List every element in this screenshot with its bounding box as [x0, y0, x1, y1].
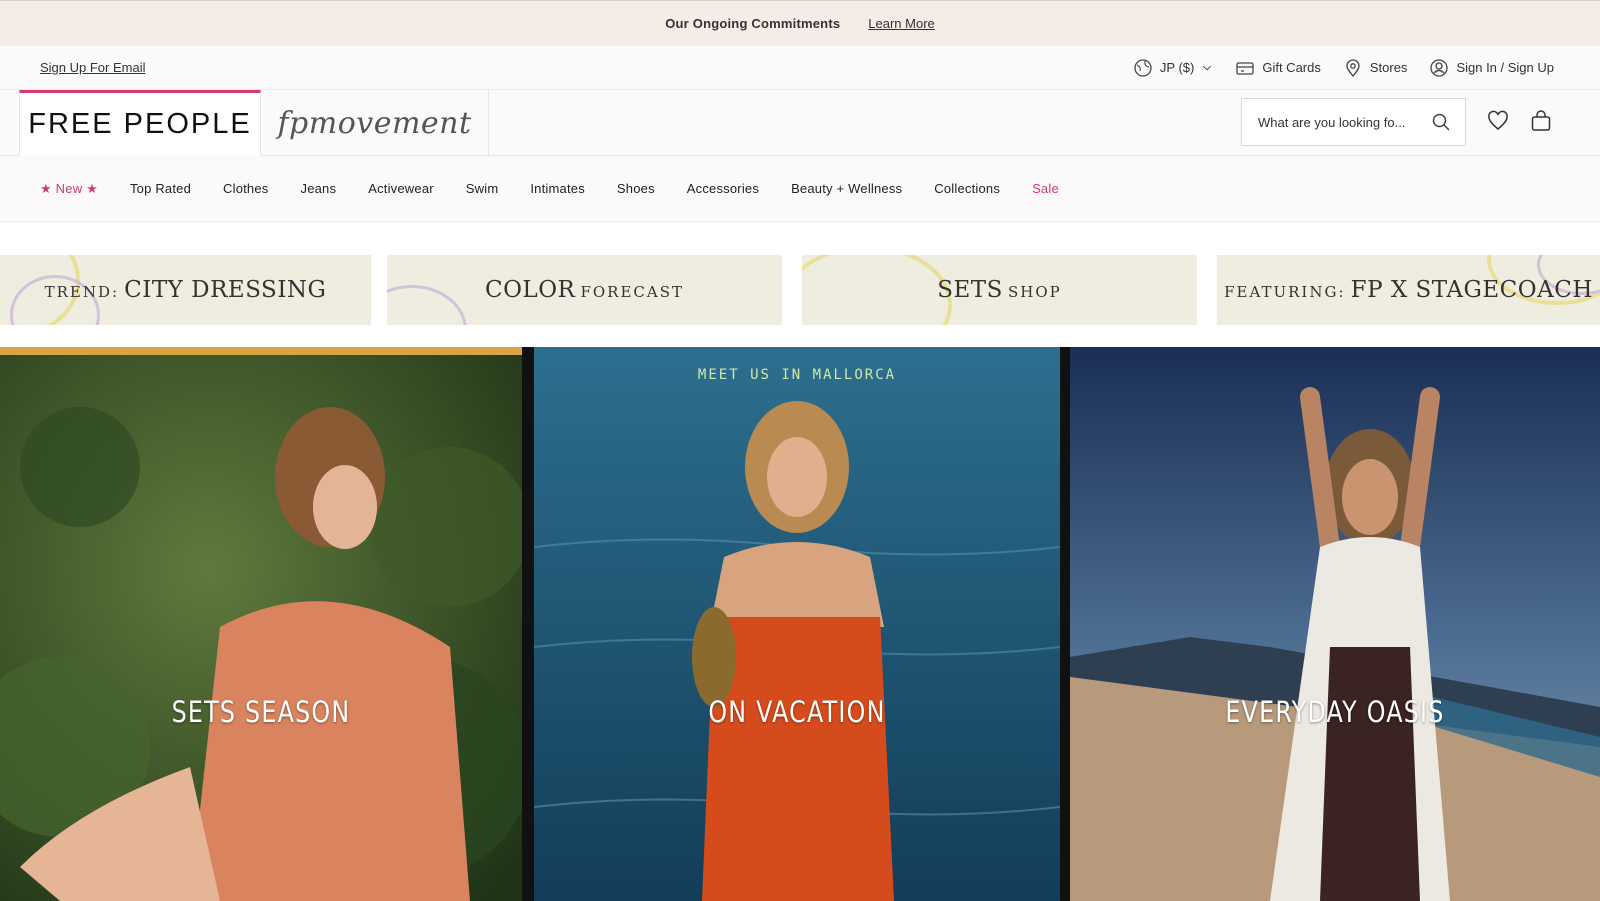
nav-item-collections[interactable]: Collections — [934, 181, 1000, 196]
nav-item-swim[interactable]: Swim — [466, 181, 499, 196]
stores-link[interactable]: Stores — [1343, 58, 1408, 78]
learn-more-link[interactable]: Learn More — [868, 16, 934, 31]
gift-cards-label: Gift Cards — [1262, 60, 1321, 75]
cart-button[interactable] — [1528, 108, 1554, 134]
nav-item-new[interactable]: ★ New ★ — [40, 181, 98, 197]
decorative-swirl — [802, 255, 952, 325]
promo-tile-sets-shop[interactable]: SETS SHOP — [802, 255, 1197, 325]
chevron-down-icon — [1203, 65, 1212, 70]
promo-tile-city-dressing[interactable]: TREND: CITY DRESSING — [0, 255, 371, 325]
fp-movement-brand-tab[interactable]: fpmovement — [261, 90, 489, 156]
gift-card-icon — [1236, 61, 1254, 75]
free-people-brand-tab[interactable]: FREE PEOPLE — [19, 90, 261, 156]
hero-caption: SETS SEASON — [171, 695, 351, 729]
nav-item-clothes[interactable]: Clothes — [223, 181, 268, 196]
wishlist-button[interactable] — [1485, 108, 1511, 134]
decorative-swirl — [387, 285, 467, 325]
hero-image-garden — [0, 347, 522, 901]
promo-tile-stagecoach[interactable]: FEATURING: FP X STAGECOACH — [1217, 255, 1600, 325]
nav-item-accessories[interactable]: Accessories — [687, 181, 759, 196]
nav-item-shoes[interactable]: Shoes — [617, 181, 655, 196]
hero-image-beach — [1070, 347, 1600, 901]
hero-caption: EVERYDAY OASIS — [1225, 695, 1445, 729]
account-link[interactable]: Sign In / Sign Up — [1429, 58, 1554, 78]
user-icon — [1430, 58, 1449, 77]
main-nav: ★ New ★ Top Rated Clothes Jeans Activewe… — [0, 156, 1600, 222]
logo-bar: FREE PEOPLE fpmovement — [0, 90, 1600, 156]
promo-tile-color-forecast[interactable]: COLOR FORECAST — [387, 255, 782, 325]
gift-cards-link[interactable]: Gift Cards — [1235, 58, 1321, 78]
nav-item-intimates[interactable]: Intimates — [530, 181, 585, 196]
nav-item-sale[interactable]: Sale — [1032, 181, 1059, 196]
nav-item-jeans[interactable]: Jeans — [301, 181, 337, 196]
search-input[interactable] — [1258, 114, 1418, 130]
hero-kicker: MEET US IN MALLORCA — [697, 367, 897, 383]
promo-label: COLOR FORECAST — [484, 277, 685, 303]
utility-links: JP ($) Gift Cards Stores Sign In / Sign … — [1133, 58, 1560, 78]
hero-image-sea — [534, 347, 1060, 901]
hero-on-vacation[interactable]: MEET US IN MALLORCA ON VACATION — [534, 347, 1060, 901]
hero-sets-season[interactable]: SETS SEASON — [0, 347, 522, 901]
promo-label: SETS SHOP — [937, 277, 1062, 303]
announcement-message: Our Ongoing Commitments — [665, 16, 841, 31]
promo-label: FEATURING: FP X STAGECOACH — [1224, 277, 1593, 303]
free-people-logo: FREE PEOPLE — [28, 108, 252, 140]
email-signup-link[interactable]: Sign Up For Email — [40, 60, 145, 75]
announcement-bar: Our Ongoing Commitments Learn More — [0, 0, 1600, 46]
star-icon: ★ — [40, 180, 52, 196]
shopping-bag-icon — [1531, 110, 1551, 131]
account-label: Sign In / Sign Up — [1456, 60, 1554, 75]
region-label: JP ($) — [1159, 60, 1195, 75]
region-selector[interactable]: JP ($) — [1133, 58, 1213, 78]
search-box — [1241, 98, 1466, 146]
nav-item-new-label: New — [55, 180, 83, 196]
hero-caption: ON VACATION — [708, 695, 886, 729]
nav-item-top-rated[interactable]: Top Rated — [130, 181, 191, 196]
heart-icon — [1488, 110, 1508, 130]
search-icon[interactable] — [1431, 112, 1451, 132]
promo-strip: TREND: CITY DRESSING COLOR FORECAST SETS… — [0, 255, 1600, 325]
utility-bar: Sign Up For Email JP ($) Gift Cards Stor… — [0, 46, 1600, 90]
star-icon: ★ — [86, 180, 98, 196]
hero-everyday-oasis[interactable]: EVERYDAY OASIS — [1070, 347, 1600, 901]
stores-label: Stores — [1369, 60, 1408, 75]
nav-item-beauty-wellness[interactable]: Beauty + Wellness — [791, 181, 902, 196]
hero-grid: SETS SEASON MEET US IN MALLORCA ON VACAT… — [0, 347, 1600, 901]
promo-label: TREND: CITY DRESSING — [44, 277, 327, 303]
nav-item-activewear[interactable]: Activewear — [368, 181, 434, 196]
globe-icon — [1134, 58, 1152, 77]
fp-movement-logo: fpmovement — [277, 105, 472, 141]
location-pin-icon — [1346, 58, 1360, 77]
